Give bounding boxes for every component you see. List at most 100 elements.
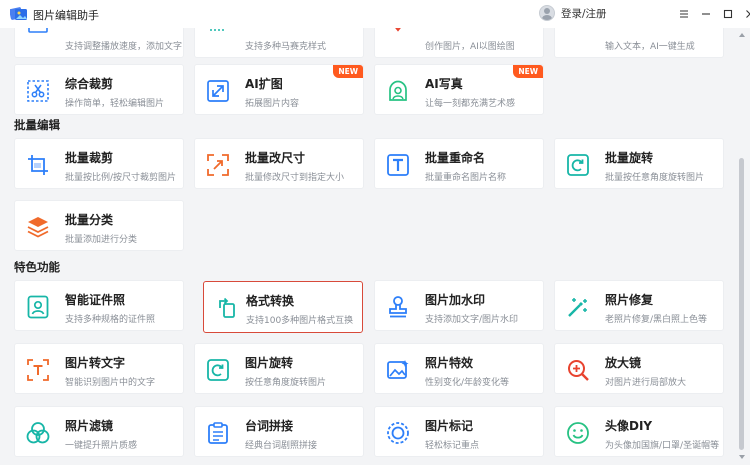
feature-card-photo-repair[interactable]: 照片修复 老照片修复/黑白照上色等: [554, 280, 724, 331]
feature-desc: 拓展图片内容: [245, 99, 300, 109]
feature-card-partial-3[interactable]: 创作图片，AI以图绘图: [374, 28, 544, 58]
feature-desc: 智能识别图片中的文字: [65, 378, 156, 388]
feature-card-batch-resize[interactable]: 批量改尺寸 批量修改尺寸到指定大小: [194, 138, 364, 189]
feature-desc: 批量修改尺寸到指定大小: [245, 173, 345, 183]
feature-card-image-rotate[interactable]: 图片旋转 按任意角度旋转图片: [194, 343, 364, 394]
feature-desc: 批量重命名图片名称: [425, 173, 507, 183]
feature-title: 台词拼接: [245, 419, 294, 433]
feature-desc: 为头像加国旗/口罩/圣诞帽等: [605, 441, 720, 451]
portrait-icon: [386, 79, 410, 103]
section-title-batch: 批量编辑: [14, 118, 60, 132]
feature-title: 头像DIY: [605, 419, 653, 433]
convert-icon: [215, 296, 239, 320]
crop-icon: [26, 153, 50, 177]
feature-desc: 支持多种规格的证件照: [65, 315, 156, 325]
id-photo-icon: [26, 295, 50, 319]
feature-title: 照片特效: [425, 356, 474, 370]
feature-card-partial-2[interactable]: 支持多种马赛克样式: [194, 28, 364, 58]
image-effect-icon: [386, 358, 410, 382]
window-controls: [676, 6, 750, 22]
feature-title: 批量改尺寸: [245, 151, 306, 165]
feature-desc: 轻松标记重点: [425, 441, 480, 451]
maximize-icon: [723, 9, 733, 19]
title-bar: 图片编辑助手 登录/注册: [0, 0, 750, 28]
rotate-icon: [566, 153, 590, 177]
feature-title: 照片修复: [605, 293, 654, 307]
feature-card-watermark[interactable]: 图片加水印 支持添加文字/图片水印: [374, 280, 544, 331]
minimize-button[interactable]: [698, 6, 714, 22]
feature-desc: 批量按比例/按尺寸裁剪图片: [65, 173, 177, 183]
scroll-up-icon[interactable]: [739, 32, 745, 38]
filter-icon: [26, 421, 50, 445]
feature-desc: 让每一刻都充满艺术感: [425, 99, 516, 109]
feature-title: 批量分类: [65, 213, 114, 227]
feature-card-ai-portrait[interactable]: AI写真 让每一刻都充满艺术感 NEW: [374, 64, 544, 115]
feature-desc: 老照片修复/黑白照上色等: [605, 315, 708, 325]
feature-card-lines-stitch[interactable]: 台词拼接 经典台词剧照拼接: [194, 406, 364, 457]
feature-desc: 支持添加文字/图片水印: [425, 315, 519, 325]
feature-card-batch-classify[interactable]: 批量分类 批量添加进行分类: [14, 200, 184, 251]
ai-draw-icon: [386, 28, 410, 42]
rotate-icon: [206, 358, 230, 382]
feature-desc: 输入文本，AI一键生成: [605, 42, 695, 52]
feature-desc: 创作图片，AI以图绘图: [425, 42, 515, 52]
close-button[interactable]: [742, 6, 750, 22]
new-badge: NEW: [333, 65, 363, 78]
menu-button[interactable]: [676, 6, 692, 22]
app-title: 图片编辑助手: [33, 9, 99, 22]
feature-title: AI扩图: [245, 77, 283, 91]
smiley-icon: [566, 421, 590, 445]
feature-card-image-to-text[interactable]: 图片转文字 智能识别图片中的文字: [14, 343, 184, 394]
feature-desc: 支持100多种图片格式互换: [246, 316, 354, 326]
scrollbar[interactable]: [738, 28, 746, 465]
feature-desc: 支持多种马赛克样式: [245, 42, 327, 52]
layers-icon: [26, 215, 50, 239]
feature-desc: 经典台词剧照拼接: [245, 441, 318, 451]
feature-list: 支持调整播放速度，添加文字 支持多种马赛克样式 创作图片，AI以图绘图 输入文本…: [0, 28, 750, 465]
resize-icon: [206, 153, 230, 177]
feature-title: 图片转文字: [65, 356, 126, 370]
feature-card-comprehensive-crop[interactable]: 综合裁剪 操作简单，轻松编辑图片: [14, 64, 184, 115]
feature-desc: 性别变化/年龄变化等: [425, 378, 510, 388]
feature-desc: 支持调整播放速度，添加文字: [65, 42, 183, 52]
feature-desc: 批量按任意角度旋转图片: [605, 173, 705, 183]
login-button[interactable]: 登录/注册: [539, 5, 607, 21]
text-icon: [386, 153, 410, 177]
feature-card-id-photo[interactable]: 智能证件照 支持多种规格的证件照: [14, 280, 184, 331]
login-label: 登录/注册: [561, 7, 607, 20]
app-logo-icon: [10, 7, 27, 20]
feature-title: 批量旋转: [605, 151, 654, 165]
new-badge: NEW: [513, 65, 543, 78]
magnifier-icon: [566, 358, 590, 382]
feature-desc: 一键提升照片质感: [65, 441, 138, 451]
feature-card-batch-rotate[interactable]: 批量旋转 批量按任意角度旋转图片: [554, 138, 724, 189]
mark-icon: [386, 421, 410, 445]
close-icon: [746, 10, 750, 18]
scrollbar-thumb[interactable]: [739, 158, 744, 450]
mosaic-icon: [206, 28, 230, 42]
feature-title: 照片滤镜: [65, 419, 114, 433]
ocr-icon: [26, 358, 50, 382]
feature-desc: 批量添加进行分类: [65, 235, 138, 245]
feature-title: AI写真: [425, 77, 463, 91]
feature-card-batch-rename[interactable]: 批量重命名 批量重命名图片名称: [374, 138, 544, 189]
feature-card-partial-1[interactable]: 支持调整播放速度，添加文字: [14, 28, 184, 58]
feature-card-batch-crop[interactable]: 批量裁剪 批量按比例/按尺寸裁剪图片: [14, 138, 184, 189]
feature-card-avatar-diy[interactable]: 头像DIY 为头像加国旗/口罩/圣诞帽等: [554, 406, 724, 457]
maximize-button[interactable]: [720, 6, 736, 22]
feature-title: 图片旋转: [245, 356, 294, 370]
feature-card-partial-4[interactable]: 输入文本，AI一键生成: [554, 28, 724, 58]
feature-card-ai-expand[interactable]: AI扩图 拓展图片内容 NEW: [194, 64, 364, 115]
scroll-down-icon[interactable]: [739, 454, 745, 460]
feature-title: 批量重命名: [425, 151, 486, 165]
expand-icon: [206, 79, 230, 103]
feature-card-magnifier[interactable]: 放大镜 对图片进行局部放大: [554, 343, 724, 394]
feature-title: 综合裁剪: [65, 77, 114, 91]
feature-title: 图片加水印: [425, 293, 486, 307]
feature-card-format-convert[interactable]: 格式转换 支持100多种图片格式互换: [203, 281, 363, 333]
crop-icon: [26, 79, 50, 103]
avatar: [539, 5, 555, 21]
feature-card-image-mark[interactable]: 图片标记 轻松标记重点: [374, 406, 544, 457]
feature-card-photo-effects[interactable]: 照片特效 性别变化/年龄变化等: [374, 343, 544, 394]
feature-card-photo-filter[interactable]: 照片滤镜 一键提升照片质感: [14, 406, 184, 457]
